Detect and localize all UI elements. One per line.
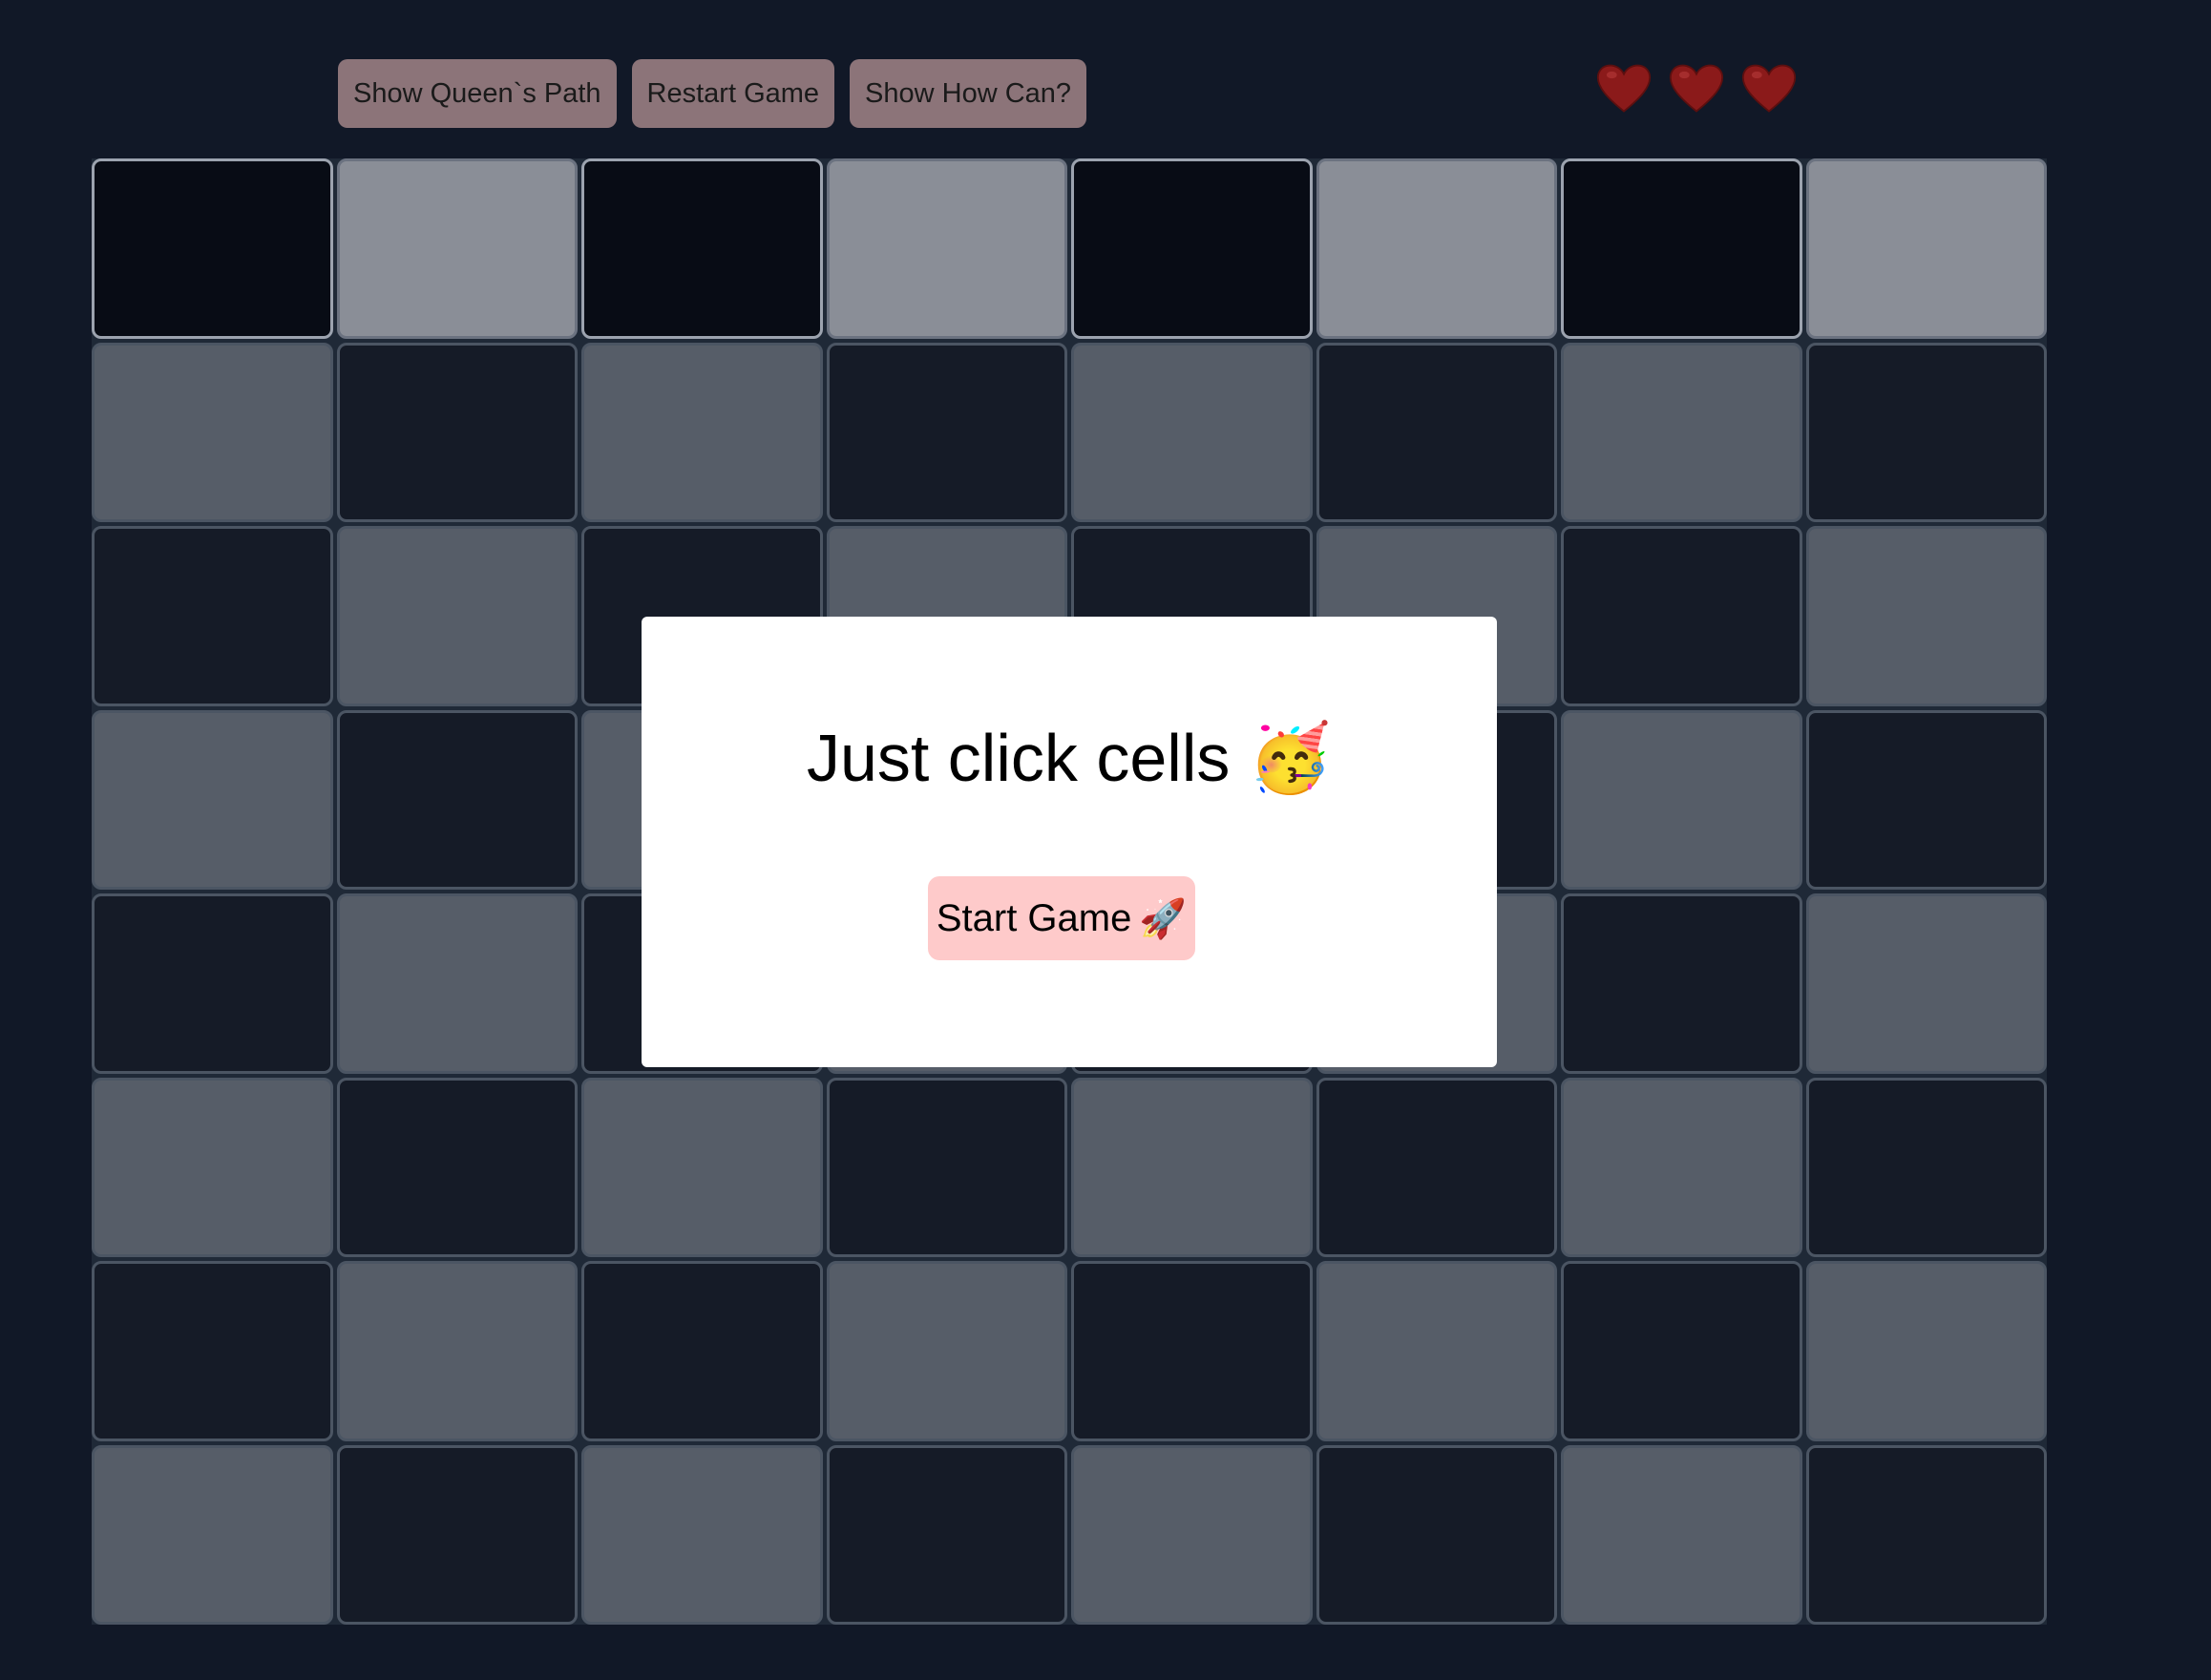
modal-title: Just click cells 🥳 <box>642 720 1497 798</box>
board-cell[interactable] <box>1316 342 1557 522</box>
start-game-button[interactable]: Start Game 🚀 <box>928 876 1195 960</box>
rocket-icon: 🚀 <box>1139 897 1188 940</box>
restart-game-button[interactable]: Restart Game <box>631 59 835 128</box>
board-cell[interactable] <box>92 158 333 339</box>
board-cell[interactable] <box>336 1444 578 1625</box>
toolbar: Show Queen`s Path Restart Game Show How … <box>338 59 1087 128</box>
board-cell[interactable] <box>581 1261 823 1441</box>
board-cell[interactable] <box>1805 1261 2047 1441</box>
board-cell[interactable] <box>1805 1077 2047 1257</box>
board-cell[interactable] <box>1561 709 1802 890</box>
show-queens-path-button[interactable]: Show Queen`s Path <box>338 59 617 128</box>
board-cell[interactable] <box>1316 1444 1557 1625</box>
start-modal: Just click cells 🥳 Start Game 🚀 <box>642 617 1497 1067</box>
board-cell[interactable] <box>1071 1444 1313 1625</box>
heart-icon <box>1669 64 1724 113</box>
board-cell[interactable] <box>1561 158 1802 339</box>
board-cell[interactable] <box>1071 1077 1313 1257</box>
board-cell[interactable] <box>336 709 578 890</box>
board-cell[interactable] <box>1805 1444 2047 1625</box>
modal-title-text: Just click cells <box>806 721 1231 795</box>
board-cell[interactable] <box>1805 893 2047 1074</box>
board-cell[interactable] <box>1071 1261 1313 1441</box>
board-cell[interactable] <box>581 1444 823 1625</box>
board-cell[interactable] <box>1071 158 1313 339</box>
board-cell[interactable] <box>1805 526 2047 706</box>
board-cell[interactable] <box>1561 1444 1802 1625</box>
board-cell[interactable] <box>581 158 823 339</box>
show-how-can-button[interactable]: Show How Can? <box>850 59 1087 128</box>
board-cell[interactable] <box>1561 1261 1802 1441</box>
board-cell[interactable] <box>336 1261 578 1441</box>
board-cell[interactable] <box>92 1077 333 1257</box>
board-cell[interactable] <box>1316 1261 1557 1441</box>
board-cell[interactable] <box>1316 158 1557 339</box>
board-cell[interactable] <box>826 1077 1067 1257</box>
board-cell[interactable] <box>1805 709 2047 890</box>
start-game-label: Start Game <box>936 896 1132 939</box>
board-cell[interactable] <box>92 342 333 522</box>
heart-icon <box>1741 64 1797 113</box>
board-cell[interactable] <box>826 158 1067 339</box>
board-cell[interactable] <box>1316 1077 1557 1257</box>
board-cell[interactable] <box>92 893 333 1074</box>
board-cell[interactable] <box>826 342 1067 522</box>
lives-indicator <box>1596 61 1797 116</box>
board-cell[interactable] <box>336 342 578 522</box>
board-cell[interactable] <box>336 893 578 1074</box>
board-cell[interactable] <box>581 1077 823 1257</box>
board-cell[interactable] <box>336 526 578 706</box>
board-cell[interactable] <box>826 1261 1067 1441</box>
board-cell[interactable] <box>1805 158 2047 339</box>
party-face-icon: 🥳 <box>1248 721 1333 795</box>
board-cell[interactable] <box>1071 342 1313 522</box>
board-cell[interactable] <box>1561 893 1802 1074</box>
board-cell[interactable] <box>1561 1077 1802 1257</box>
board-cell[interactable] <box>826 1444 1067 1625</box>
board-cell[interactable] <box>1805 342 2047 522</box>
board-cell[interactable] <box>92 526 333 706</box>
board-cell[interactable] <box>92 1261 333 1441</box>
board-cell[interactable] <box>581 342 823 522</box>
board-cell[interactable] <box>336 158 578 339</box>
board-cell[interactable] <box>1561 342 1802 522</box>
board-cell[interactable] <box>92 1444 333 1625</box>
board-cell[interactable] <box>336 1077 578 1257</box>
heart-icon <box>1596 64 1652 113</box>
board-cell[interactable] <box>92 709 333 890</box>
board-cell[interactable] <box>1561 526 1802 706</box>
